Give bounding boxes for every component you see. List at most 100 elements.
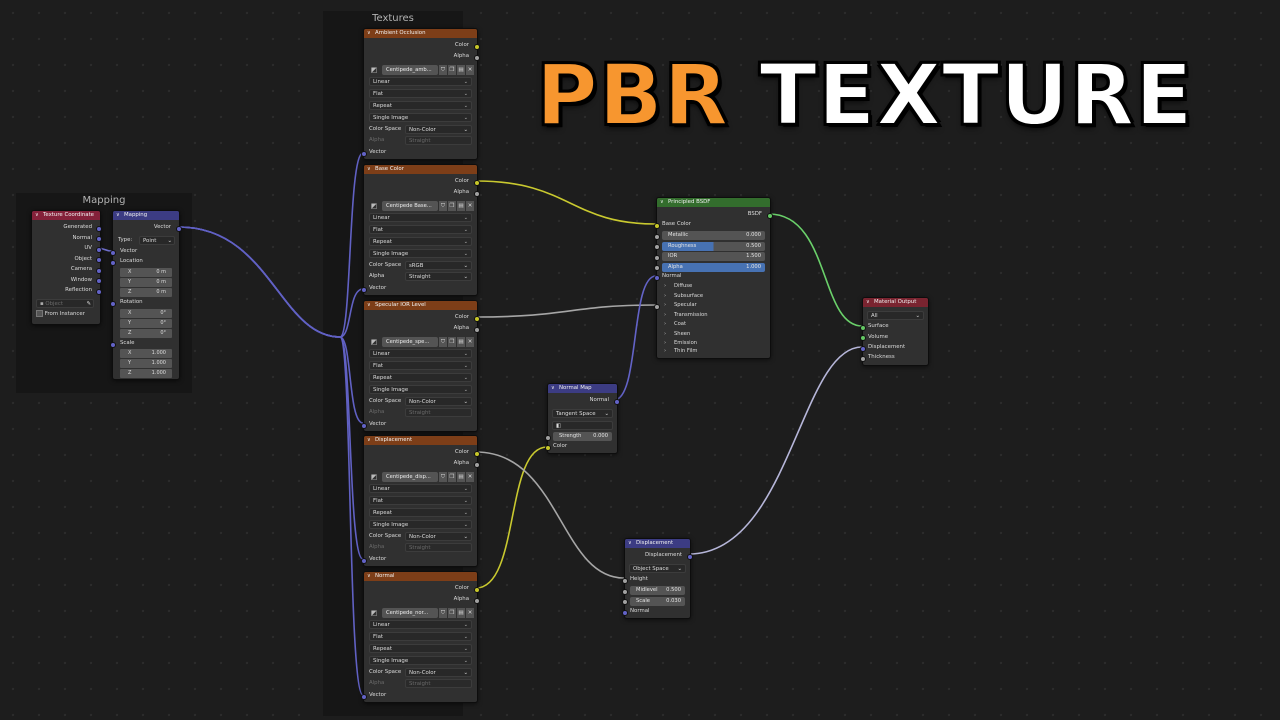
scale-x-field[interactable]: X 1.000 <box>120 349 172 358</box>
collapse-chevron-icon[interactable]: ∨ <box>116 211 120 220</box>
duplicate-icon[interactable]: ❐ <box>448 608 456 618</box>
projection-dropdown[interactable]: Flat ⌄ <box>369 225 472 234</box>
duplicate-icon[interactable]: ❐ <box>448 337 456 347</box>
alpha-mode-dropdown[interactable]: Straight ⌄ <box>405 272 472 281</box>
extension-dropdown[interactable]: Repeat ⌄ <box>369 237 472 246</box>
image-browse-icon[interactable]: ◩ <box>369 608 379 618</box>
extension-dropdown[interactable]: Repeat ⌄ <box>369 644 472 653</box>
normal-map-header[interactable]: ∨ Normal Map <box>548 384 617 393</box>
image-texture-node-base-color[interactable]: ∨ Base Color Color Alpha ◩ Centipede Base… <box>361 164 480 296</box>
unlink-close-icon[interactable]: ✕ <box>466 472 474 482</box>
source-dropdown[interactable]: Single Image ⌄ <box>369 113 472 122</box>
color-space-dropdown[interactable]: Non-Color ⌄ <box>405 397 472 406</box>
location-socket[interactable] <box>110 259 116 266</box>
collapse-chevron-icon[interactable]: ∨ <box>367 165 371 174</box>
interpolation-dropdown[interactable]: Linear ⌄ <box>369 77 472 86</box>
projection-dropdown[interactable]: Flat ⌄ <box>369 632 472 641</box>
specular-socket[interactable] <box>654 303 660 310</box>
collapse-chevron-icon[interactable]: ∨ <box>367 301 371 310</box>
fake-user-shield-icon[interactable]: ⛉ <box>439 608 447 618</box>
color-output-socket[interactable] <box>474 315 480 322</box>
fake-user-shield-icon[interactable]: ⛉ <box>439 337 447 347</box>
unlink-close-icon[interactable]: ✕ <box>466 337 474 347</box>
projection-dropdown[interactable]: Flat ⌄ <box>369 89 472 98</box>
scale-z-field[interactable]: Z 1.000 <box>120 369 172 378</box>
alpha-field[interactable]: Alpha 1.000 <box>662 262 765 272</box>
source-dropdown[interactable]: Single Image ⌄ <box>369 520 472 529</box>
duplicate-icon[interactable]: ❐ <box>448 65 456 75</box>
image-node-header[interactable]: ∨ Base Color <box>364 165 477 174</box>
base-color-socket[interactable] <box>654 222 660 229</box>
source-dropdown[interactable]: Single Image ⌄ <box>369 656 472 665</box>
displacement-output-socket[interactable] <box>687 553 693 560</box>
alpha-mode-dropdown[interactable]: Straight <box>405 408 472 417</box>
object-picker[interactable]: ▪ Object ✎ <box>36 299 94 308</box>
height-input-socket[interactable] <box>622 577 628 584</box>
projection-dropdown[interactable]: Flat ⌄ <box>369 361 472 370</box>
panel-specular[interactable]: › Specular <box>664 301 697 310</box>
fake-user-shield-icon[interactable]: ⛉ <box>439 65 447 75</box>
scale-socket[interactable] <box>110 341 116 348</box>
fake-user-shield-icon[interactable]: ⛉ <box>439 472 447 482</box>
panel-transmission[interactable]: › Transmission <box>664 311 708 320</box>
texture-coordinate-node[interactable]: ∨ Texture Coordinate Generated Normal UV … <box>31 210 102 325</box>
collapse-chevron-icon[interactable]: ∨ <box>367 29 371 38</box>
surface-input-socket[interactable] <box>860 324 866 331</box>
scale-field[interactable]: Scale 0.030 <box>630 596 685 606</box>
normal-input-socket[interactable] <box>654 274 660 281</box>
open-folder-icon[interactable]: ▤ <box>457 608 465 618</box>
material-output-header[interactable]: ∨ Material Output <box>863 298 928 307</box>
color-output-socket[interactable] <box>474 43 480 50</box>
roughness-field[interactable]: Roughness 0.500 <box>662 241 765 251</box>
image-node-header[interactable]: ∨ Displacement <box>364 436 477 445</box>
metallic-field[interactable]: Metallic 0.000 <box>662 231 765 240</box>
mapping-node[interactable]: ∨ Mapping Vector Type: Point ⌄ Vector Loca… <box>110 210 182 380</box>
collapse-chevron-icon[interactable]: ∨ <box>866 298 870 307</box>
extension-dropdown[interactable]: Repeat ⌄ <box>369 101 472 110</box>
midlevel-field[interactable]: Midlevel 0.500 <box>630 586 685 595</box>
color-space-dropdown[interactable]: sRGB ⌄ <box>405 261 472 270</box>
ior-field[interactable]: IOR 1.500 <box>662 252 765 261</box>
collapse-chevron-icon[interactable]: ∨ <box>35 211 39 220</box>
interpolation-dropdown[interactable]: Linear ⌄ <box>369 349 472 358</box>
image-name-field[interactable]: Centipede_spe... <box>382 337 438 347</box>
normal-output-socket[interactable] <box>614 398 620 405</box>
image-texture-node-normal[interactable]: ∨ Normal Color Alpha ◩ Centipede_nor... ⛉… <box>361 571 480 703</box>
color-output-socket[interactable] <box>474 450 480 457</box>
vector-input-socket[interactable] <box>361 150 367 157</box>
window-socket[interactable] <box>96 278 102 284</box>
image-selector[interactable]: ◩ Centipede Base... ⛉ ❐ ▤ ✕ <box>369 201 475 211</box>
image-name-field[interactable]: Centipede Base... <box>382 201 438 211</box>
type-dropdown[interactable]: Point ⌄ <box>139 236 175 245</box>
from-instancer-checkbox[interactable] <box>36 310 43 317</box>
target-dropdown[interactable]: All ⌄ <box>867 311 924 320</box>
from-instancer-row[interactable]: From Instancer <box>36 310 85 319</box>
duplicate-icon[interactable]: ❐ <box>448 201 456 211</box>
open-folder-icon[interactable]: ▤ <box>457 472 465 482</box>
interpolation-dropdown[interactable]: Linear ⌄ <box>369 484 472 493</box>
alpha-mode-dropdown[interactable]: Straight <box>405 136 472 145</box>
collapse-chevron-icon[interactable]: ∨ <box>367 572 371 581</box>
location-y-field[interactable]: Y 0 m <box>120 278 172 287</box>
uv-socket[interactable] <box>96 246 102 253</box>
eyedropper-icon[interactable]: ✎ <box>86 300 91 309</box>
displacement-node[interactable]: ∨ Displacement Displacement Object Space ⌄… <box>622 538 693 619</box>
rotation-x-field[interactable]: X 0° <box>120 309 172 318</box>
image-browse-icon[interactable]: ◩ <box>369 472 379 482</box>
ior-socket[interactable] <box>654 254 660 261</box>
vector-input-socket[interactable] <box>361 286 367 293</box>
alpha-output-socket[interactable] <box>474 326 480 333</box>
panel-diffuse[interactable]: › Diffuse <box>664 282 692 291</box>
object-socket[interactable] <box>96 257 102 263</box>
extension-dropdown[interactable]: Repeat ⌄ <box>369 508 472 517</box>
image-name-field[interactable]: Centipede_amb... <box>382 65 438 75</box>
panel-subsurface[interactable]: › Subsurface <box>664 292 703 301</box>
interpolation-dropdown[interactable]: Linear ⌄ <box>369 620 472 629</box>
color-output-socket[interactable] <box>474 179 480 186</box>
source-dropdown[interactable]: Single Image ⌄ <box>369 385 472 394</box>
displacement-input-socket[interactable] <box>860 345 866 352</box>
reflection-socket[interactable] <box>96 288 102 295</box>
image-selector[interactable]: ◩ Centipede_disp... ⛉ ❐ ▤ ✕ <box>369 472 475 482</box>
panel-thin-film[interactable]: › Thin Film <box>664 347 697 356</box>
strength-field[interactable]: Strength 0.000 <box>553 432 612 441</box>
